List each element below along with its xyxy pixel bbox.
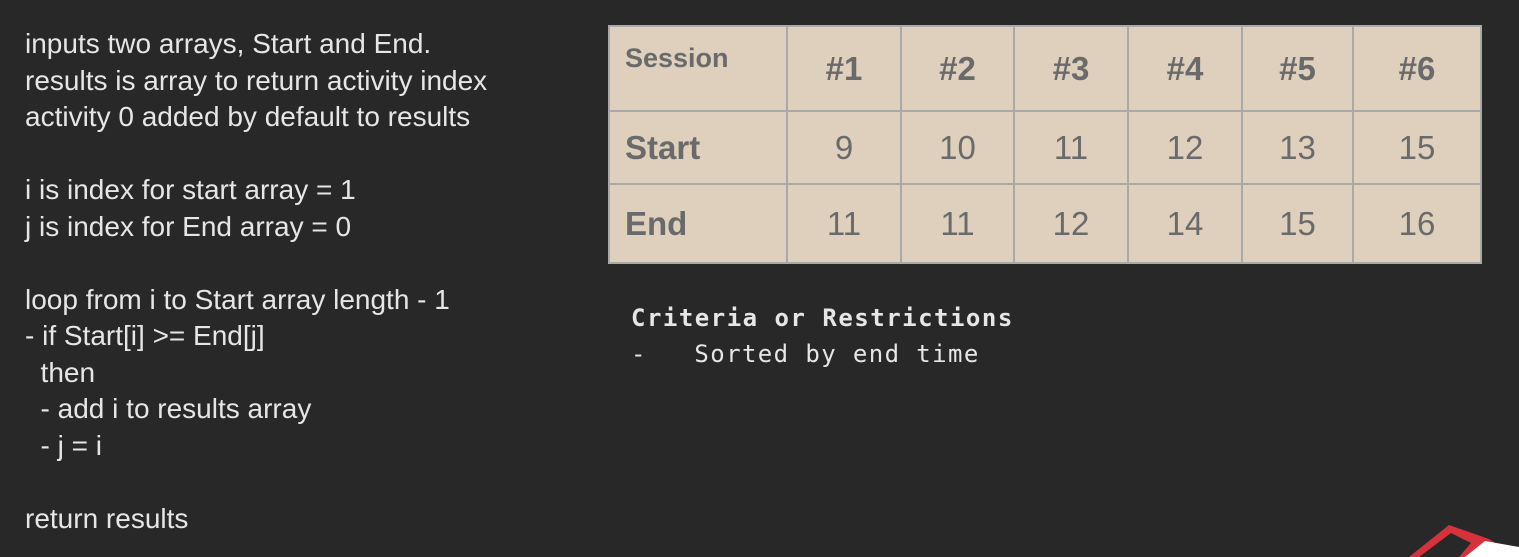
pseudocode-line [25,136,585,173]
table-cell: 14 [1127,183,1243,264]
criteria-block: Criteria or Restrictions - Sorted by end… [631,300,1014,372]
pseudocode-line: - add i to results array [25,393,312,424]
table-cell: 10 [900,110,1015,185]
pseudocode-line [25,245,585,282]
table-cell: 11 [786,183,902,264]
sessions-table: Session #1 #2 #3 #4 #5 #6 Start 9 10 11 … [608,25,1482,264]
pseudocode-line: then [25,356,96,388]
table-row-start: Start 9 10 11 12 13 15 [608,110,1482,185]
pseudocode-block: inputs two arrays, Start and End. result… [25,26,585,537]
logo-icon [1409,525,1519,557]
table-cell: 12 [1013,183,1129,264]
table-cell: 15 [1352,110,1482,185]
pseudocode-line: loop from i to Start array length - 1 [25,283,450,315]
column-header-cell: #4 [1127,25,1243,112]
pseudocode-line: - j = i [25,429,103,461]
column-header-cell: #2 [900,25,1015,112]
pseudocode-line: activity 0 added by default to results [25,101,471,132]
pseudocode-line: j is index for End array = 0 [25,210,352,242]
criteria-heading: Criteria or Restrictions [631,304,1014,332]
table-cell: 16 [1352,183,1482,264]
table-cell: 11 [900,183,1015,264]
column-header-cell: #3 [1013,25,1129,112]
pseudocode-line: inputs two arrays, Start and End. [25,28,432,59]
pseudocode-line: i is index for start array = 1 [25,174,356,205]
criteria-item: - Sorted by end time [631,340,980,368]
table-header-row: Session #1 #2 #3 #4 #5 #6 [608,25,1482,112]
table-cell: 13 [1241,110,1354,185]
column-header-cell: #5 [1241,25,1354,112]
column-header-cell: #6 [1352,25,1482,112]
table-row-end: End 11 11 12 14 15 16 [608,183,1482,264]
row-header-cell: End [608,183,788,264]
pseudocode-line [25,464,585,501]
pseudocode-line: return results [25,502,189,534]
table-cell: 12 [1127,110,1243,185]
row-header-cell: Start [608,110,788,185]
session-header-cell: Session [608,25,788,112]
pseudocode-line: - if Start[i] >= End[j] [25,320,265,351]
table-cell: 9 [786,110,902,185]
pseudocode-line: results is array to return activity inde… [25,64,488,96]
table-cell: 15 [1241,183,1354,264]
table-cell: 11 [1013,110,1129,185]
column-header-cell: #1 [786,25,902,112]
